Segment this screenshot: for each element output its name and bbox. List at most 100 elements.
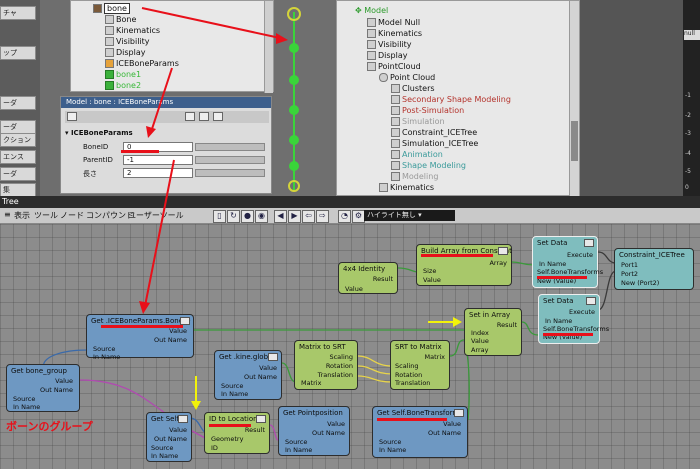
port-matrix[interactable]: Matrix: [425, 353, 445, 361]
port-in-name[interactable]: In Name: [151, 452, 178, 460]
port-size[interactable]: Size: [423, 267, 436, 275]
annotation-arrow: [150, 67, 173, 133]
node-get-boneid[interactable]: Get .ICEBoneParams.BoneID Value Out Name…: [86, 314, 194, 361]
port-port2[interactable]: Port2: [621, 270, 638, 278]
node-menu-icon[interactable]: [454, 409, 464, 417]
annotation-underline: [377, 418, 447, 421]
node-get-bone-group[interactable]: Get bone_group Value Out Name Source In …: [6, 364, 80, 412]
node-menu-icon[interactable]: [268, 353, 278, 361]
node-get-self[interactable]: Get Self Value Out Name Source In Name: [146, 412, 192, 462]
port-in-name[interactable]: In Name: [13, 403, 40, 411]
annotation-underline: [209, 424, 251, 427]
port-array[interactable]: Array: [471, 346, 489, 354]
port-reference[interactable]: Self.BoneTransforms: [537, 268, 603, 276]
port-in-name[interactable]: In Name: [285, 446, 312, 454]
node-matrix-to-srt[interactable]: Matrix to SRT Scaling Rotation Translati…: [294, 340, 358, 390]
port-out-name[interactable]: Out Name: [154, 435, 187, 443]
node-id-to-location[interactable]: ID to Location Result Geometry ID: [204, 412, 270, 454]
node-title: 4x4 Identity: [343, 265, 386, 273]
port-value[interactable]: Value: [443, 420, 461, 428]
node-title: Constraint_ICETree: [619, 251, 685, 259]
port-source[interactable]: Source: [13, 395, 35, 403]
node-title: Get Pointposition: [283, 409, 343, 417]
annotation-arrow: [144, 159, 175, 307]
node-menu-icon[interactable]: [498, 247, 508, 255]
port-rotation[interactable]: Rotation: [326, 362, 353, 370]
annotation-underline: [101, 325, 183, 328]
port-new-port[interactable]: New (Port2): [621, 279, 659, 287]
port-source[interactable]: Source: [93, 345, 115, 353]
port-value[interactable]: Value: [259, 364, 277, 372]
port-source[interactable]: Source: [379, 438, 401, 446]
node-constraint-icetree[interactable]: Constraint_ICETree Port1 Port2 New (Port…: [614, 248, 694, 290]
port-value[interactable]: Value: [169, 426, 187, 434]
port-in-name[interactable]: In Name: [539, 260, 566, 268]
port-port1[interactable]: Port1: [621, 261, 638, 269]
node-menu-icon[interactable]: [256, 415, 266, 423]
node-title: Get Self.BoneTransforms: [377, 409, 463, 417]
port-in-name[interactable]: In Name: [545, 317, 572, 325]
port-execute[interactable]: Execute: [567, 251, 593, 259]
node-title: Matrix to SRT: [299, 343, 346, 351]
connection-layer: [42, 7, 617, 441]
port-scaling[interactable]: Scaling: [395, 362, 419, 370]
node-menu-icon[interactable]: [584, 239, 594, 247]
annotation-underline: [543, 333, 593, 336]
node-srt-to-matrix[interactable]: SRT to Matrix Matrix Scaling Rotation Tr…: [390, 340, 450, 390]
node-menu-icon[interactable]: [586, 297, 596, 305]
arrow-head-icon: [453, 317, 462, 327]
node-menu-icon[interactable]: [178, 415, 188, 423]
arrow-head-icon: [146, 126, 156, 138]
annotation-arrow: [141, 7, 281, 39]
port-value[interactable]: Value: [345, 285, 363, 293]
node-build-array[interactable]: Build Array from Constant Array Size Val…: [416, 244, 512, 286]
bone-group-annotation: ボーンのグループ: [6, 420, 93, 433]
node-set-data-1[interactable]: Set Data Execute In Name Self.BoneTransf…: [532, 236, 603, 288]
port-index[interactable]: Index: [471, 329, 489, 337]
node-get-pointposition[interactable]: Get Pointposition Value Out Name Source …: [278, 406, 350, 456]
port-value[interactable]: Value: [169, 327, 187, 335]
annotation-underline: [537, 276, 587, 279]
node-menu-icon[interactable]: [180, 317, 190, 325]
port-source[interactable]: Source: [221, 382, 243, 390]
node-set-in-array[interactable]: Set in Array Result Index Value Array: [464, 308, 522, 356]
port-scaling[interactable]: Scaling: [329, 353, 353, 361]
port-out-name[interactable]: Out Name: [312, 429, 345, 437]
port-array[interactable]: Array: [489, 259, 507, 267]
arrow-head-icon: [191, 401, 201, 410]
annotation-underline: [421, 254, 493, 257]
port-out-name[interactable]: Out Name: [428, 429, 461, 437]
node-set-data-2[interactable]: Set Data Execute In Name Self.BoneTransf…: [538, 294, 609, 344]
port-value[interactable]: Value: [327, 420, 345, 428]
node-title: SRT to Matrix: [395, 343, 442, 351]
port-rotation[interactable]: Rotation: [395, 371, 422, 379]
port-result[interactable]: Result: [245, 426, 265, 434]
arrow-head-icon: [139, 301, 150, 314]
port-id[interactable]: ID: [211, 444, 218, 452]
port-in-name[interactable]: In Name: [379, 446, 406, 454]
port-in-name[interactable]: In Name: [221, 390, 248, 398]
port-out-name[interactable]: Out Name: [154, 336, 187, 344]
port-source[interactable]: Source: [285, 438, 307, 446]
port-value[interactable]: Value: [471, 337, 489, 345]
port-in-name[interactable]: In Name: [93, 353, 120, 361]
port-source[interactable]: Source: [151, 444, 173, 452]
port-out-name[interactable]: Out Name: [244, 373, 277, 381]
arrow-head-icon: [276, 33, 288, 44]
node-title: Set in Array: [469, 311, 511, 319]
node-get-bonetransforms[interactable]: Get Self.BoneTransforms Value Out Name S…: [372, 406, 468, 458]
port-reference[interactable]: Self.BoneTransforms: [543, 325, 609, 333]
port-out-name[interactable]: Out Name: [40, 386, 73, 394]
port-translation[interactable]: Translation: [318, 371, 353, 379]
port-translation[interactable]: Translation: [395, 379, 430, 387]
node-4x4-identity[interactable]: 4x4 Identity Result Value: [338, 262, 398, 294]
port-geometry[interactable]: Geometry: [211, 435, 243, 443]
port-value[interactable]: Value: [423, 276, 441, 284]
port-matrix[interactable]: Matrix: [301, 379, 321, 387]
port-value[interactable]: Value: [55, 377, 73, 385]
node-get-kine-global[interactable]: Get .kine.global Value Out Name Source I…: [214, 350, 282, 400]
port-result[interactable]: Result: [373, 275, 393, 283]
port-execute[interactable]: Execute: [569, 308, 595, 316]
node-title: Get bone_group: [11, 367, 67, 375]
port-result[interactable]: Result: [497, 321, 517, 329]
